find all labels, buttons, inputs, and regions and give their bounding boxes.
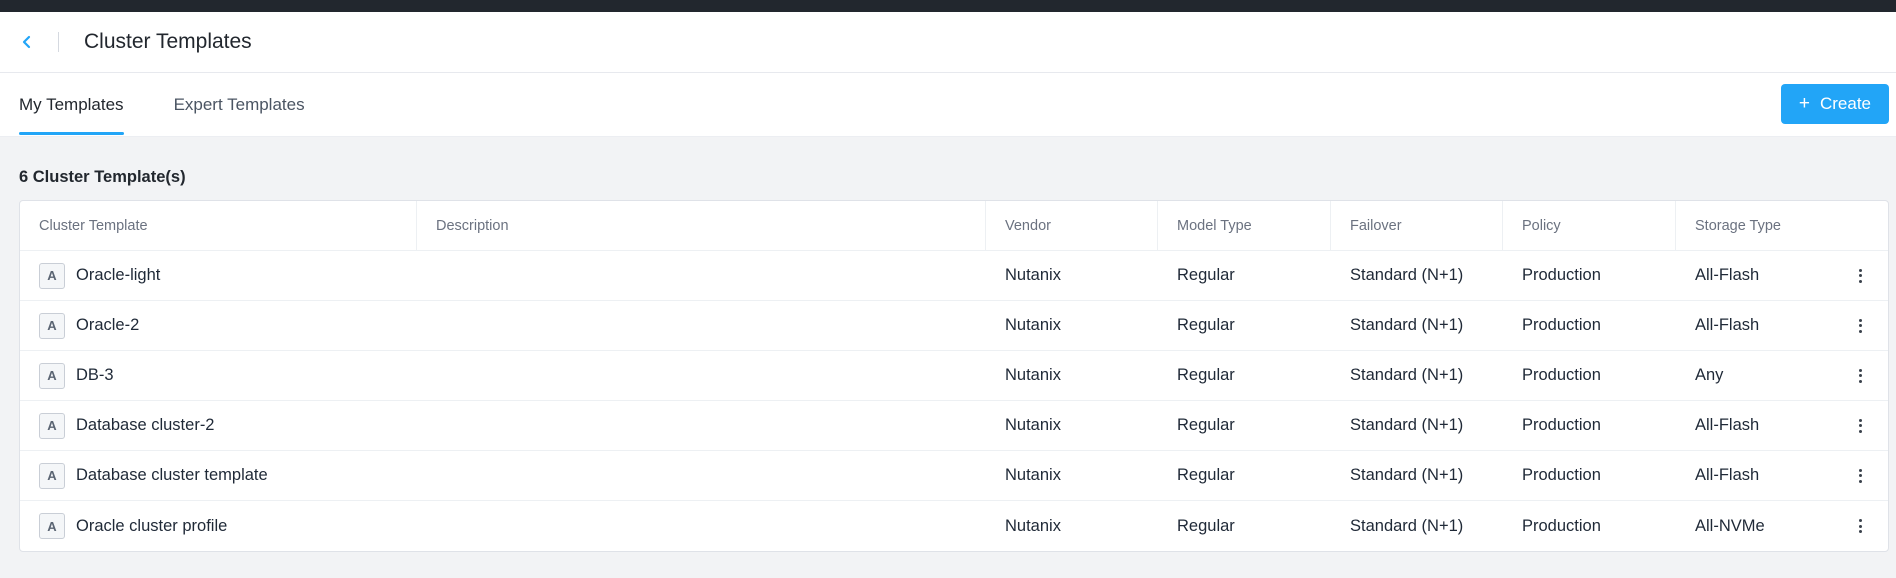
storage-type-cell: All-Flash [1695, 316, 1760, 334]
row-actions-button[interactable] [1832, 468, 1888, 483]
tab-bar: My Templates Expert Templates + Create [0, 73, 1896, 137]
cluster-templates-table: Cluster Template Description Vendor Mode… [19, 200, 1889, 552]
failover-cell: Standard (N+1) [1350, 416, 1464, 434]
more-vertical-icon [1858, 418, 1862, 433]
template-name[interactable]: Oracle cluster profile [76, 517, 227, 536]
tab-my-templates[interactable]: My Templates [19, 73, 124, 136]
more-vertical-icon [1858, 368, 1862, 383]
more-vertical-icon [1858, 519, 1862, 533]
table-row[interactable]: A DB-3 Nutanix Regular Standard (N+1) Pr… [20, 351, 1888, 401]
template-name-cell: A Database cluster template [20, 462, 417, 489]
vendor-cell: Nutanix [1005, 316, 1061, 334]
template-name[interactable]: Oracle-2 [76, 316, 139, 335]
create-button[interactable]: + Create [1780, 84, 1889, 124]
policy-cell: Production [1522, 266, 1601, 284]
template-name[interactable]: DB-3 [76, 366, 114, 385]
table-row[interactable]: A Database cluster template Nutanix Regu… [20, 451, 1888, 501]
table-row[interactable]: A Oracle-light Nutanix Regular Standard … [20, 251, 1888, 301]
row-actions-button[interactable] [1832, 368, 1888, 383]
model-type-cell: Regular [1177, 516, 1235, 535]
template-name-cell: A Oracle-2 [20, 312, 417, 339]
template-count: 6 Cluster Template(s) [19, 168, 186, 186]
more-vertical-icon [1858, 468, 1862, 483]
more-vertical-icon [1858, 318, 1862, 333]
column-header-policy[interactable]: Policy [1503, 201, 1676, 250]
model-type-cell: Regular [1177, 266, 1235, 284]
failover-cell: Standard (N+1) [1350, 516, 1464, 535]
back-button[interactable] [0, 12, 54, 72]
more-vertical-icon [1858, 268, 1862, 283]
storage-type-cell: All-NVMe [1695, 516, 1765, 535]
model-type-cell: Regular [1177, 416, 1235, 434]
page-title: Cluster Templates [84, 30, 252, 53]
top-bar [0, 0, 1896, 12]
row-actions-button[interactable] [1832, 268, 1888, 283]
vendor-cell: Nutanix [1005, 466, 1061, 484]
template-avatar: A [39, 513, 65, 539]
row-actions-button[interactable] [1832, 318, 1888, 333]
chevron-left-icon [22, 35, 31, 49]
column-header-vendor[interactable]: Vendor [986, 201, 1158, 250]
header-divider [58, 32, 59, 52]
template-name[interactable]: Oracle-light [76, 266, 160, 285]
table-row[interactable]: A Database cluster-2 Nutanix Regular Sta… [20, 401, 1888, 451]
column-header-actions [1832, 201, 1888, 250]
row-actions-button[interactable] [1832, 418, 1888, 433]
table-header-row: Cluster Template Description Vendor Mode… [20, 201, 1888, 251]
column-header-failover[interactable]: Failover [1331, 201, 1503, 250]
model-type-cell: Regular [1177, 366, 1235, 384]
policy-cell: Production [1522, 516, 1601, 535]
tabs: My Templates Expert Templates [0, 73, 355, 136]
page-header: Cluster Templates [0, 12, 1896, 73]
vendor-cell: Nutanix [1005, 516, 1061, 535]
policy-cell: Production [1522, 366, 1601, 384]
storage-type-cell: All-Flash [1695, 466, 1760, 484]
template-name[interactable]: Database cluster template [76, 466, 268, 485]
model-type-cell: Regular [1177, 466, 1235, 484]
column-header-description[interactable]: Description [417, 201, 986, 250]
vendor-cell: Nutanix [1005, 266, 1061, 284]
plus-icon: + [1798, 92, 1810, 114]
table-row[interactable]: A Oracle-2 Nutanix Regular Standard (N+1… [20, 301, 1888, 351]
failover-cell: Standard (N+1) [1350, 466, 1464, 484]
policy-cell: Production [1522, 316, 1601, 334]
template-avatar: A [39, 362, 65, 389]
template-avatar: A [39, 462, 65, 489]
failover-cell: Standard (N+1) [1350, 366, 1464, 384]
storage-type-cell: All-Flash [1695, 416, 1760, 434]
storage-type-cell: All-Flash [1695, 266, 1760, 284]
table-row[interactable]: A Oracle cluster profile Nutanix Regular… [20, 501, 1888, 551]
policy-cell: Production [1522, 416, 1601, 434]
template-avatar: A [39, 412, 65, 439]
vendor-cell: Nutanix [1005, 416, 1061, 434]
column-header-model-type[interactable]: Model Type [1158, 201, 1331, 250]
template-avatar: A [39, 262, 65, 289]
model-type-cell: Regular [1177, 316, 1235, 334]
column-header-storage-type[interactable]: Storage Type [1676, 201, 1832, 250]
failover-cell: Standard (N+1) [1350, 266, 1464, 284]
vendor-cell: Nutanix [1005, 366, 1061, 384]
policy-cell: Production [1522, 466, 1601, 484]
main-content: 6 Cluster Template(s) Cluster Template D… [0, 137, 1896, 552]
column-header-cluster-template[interactable]: Cluster Template [20, 201, 417, 250]
template-name-cell: A Database cluster-2 [20, 412, 417, 439]
tab-expert-templates[interactable]: Expert Templates [174, 73, 305, 136]
row-actions-button[interactable] [1832, 519, 1888, 533]
template-name-cell: A DB-3 [20, 362, 417, 389]
template-name-cell: A Oracle-light [20, 262, 417, 289]
template-name-cell: A Oracle cluster profile [20, 513, 417, 539]
failover-cell: Standard (N+1) [1350, 316, 1464, 334]
template-name[interactable]: Database cluster-2 [76, 416, 215, 435]
template-avatar: A [39, 312, 65, 339]
storage-type-cell: Any [1695, 366, 1724, 384]
create-button-label: Create [1819, 94, 1871, 113]
